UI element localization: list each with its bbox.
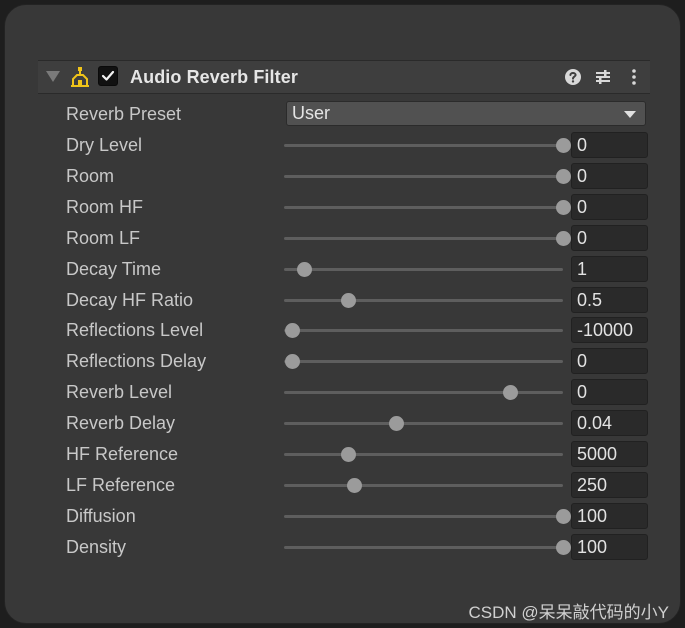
- decay-hf-ratio-slider-thumb[interactable]: [341, 293, 356, 308]
- diffusion-slider-thumb[interactable]: [556, 509, 571, 524]
- room-hf-value-field[interactable]: 0: [571, 194, 648, 220]
- decay-hf-ratio-value: 0.5: [577, 290, 603, 310]
- decay-time-value: 1: [577, 259, 588, 279]
- component-title: Audio Reverb Filter: [130, 67, 298, 87]
- reflections-delay-slider-thumb[interactable]: [285, 354, 300, 369]
- dry-level-slider-thumb[interactable]: [556, 138, 571, 153]
- decay-time-slider-thumb[interactable]: [297, 262, 312, 277]
- checkmark-icon: [101, 70, 115, 81]
- reverb-delay-value-field[interactable]: 0.04: [571, 410, 648, 436]
- decay-hf-ratio-value-field[interactable]: 0.5: [571, 287, 648, 313]
- reflections-delay-value-field[interactable]: 0: [571, 348, 648, 374]
- diffusion-value: 100: [577, 506, 608, 526]
- room-value-field[interactable]: 0: [571, 163, 648, 189]
- reverb-delay-slider[interactable]: [284, 416, 563, 431]
- density-label: Density: [66, 537, 127, 557]
- decay-time-label: Decay Time: [66, 259, 162, 279]
- density-value-field[interactable]: 100: [571, 534, 648, 560]
- room-hf-slider[interactable]: [284, 200, 571, 215]
- diffusion-value-field[interactable]: 100: [571, 503, 648, 529]
- preset-sliders-icon[interactable]: [594, 68, 612, 86]
- dry-level-value: 0: [577, 135, 588, 155]
- reverb-level-slider[interactable]: [284, 385, 563, 400]
- decay-hf-ratio-label: Decay HF Ratio: [66, 290, 194, 310]
- reflections-delay-value: 0: [577, 351, 588, 371]
- room-lf-value: 0: [577, 228, 588, 248]
- reflections-level-label: Reflections Level: [66, 320, 204, 340]
- reflections-level-value: -10000: [577, 320, 634, 340]
- more-menu-icon[interactable]: [625, 68, 643, 86]
- lf-reference-slider-thumb[interactable]: [347, 478, 362, 493]
- room-lf-slider[interactable]: [284, 231, 571, 246]
- hf-reference-slider[interactable]: [284, 447, 563, 462]
- reverb-preset-label: Reverb Preset: [66, 104, 182, 124]
- dry-level-value-field[interactable]: 0: [571, 132, 648, 158]
- foldout-arrow-icon[interactable]: [46, 71, 60, 82]
- room-hf-value: 0: [577, 197, 588, 217]
- reverb-preset-value: User: [292, 103, 331, 123]
- diffusion-slider[interactable]: [284, 509, 571, 524]
- room-lf-value-field[interactable]: 0: [571, 225, 648, 251]
- reverb-preset-dropdown[interactable]: User: [286, 101, 646, 126]
- room-value: 0: [577, 166, 588, 186]
- dry-level-label: Dry Level: [66, 135, 143, 155]
- room-slider[interactable]: [284, 169, 571, 184]
- reverb-delay-slider-thumb[interactable]: [389, 416, 404, 431]
- room-label: Room: [66, 166, 115, 186]
- help-icon[interactable]: [564, 68, 582, 86]
- hf-reference-label: HF Reference: [66, 444, 179, 464]
- chevron-down-icon: [624, 111, 636, 118]
- inspector-panel: [4, 4, 681, 624]
- reflections-level-slider-thumb[interactable]: [285, 323, 300, 338]
- reflections-level-value-field[interactable]: -10000: [571, 317, 648, 343]
- lf-reference-value: 250: [577, 475, 608, 495]
- decay-time-slider[interactable]: [284, 262, 563, 277]
- density-value: 100: [577, 537, 608, 557]
- enable-checkbox[interactable]: [98, 66, 118, 86]
- density-slider-thumb[interactable]: [556, 540, 571, 555]
- hf-reference-value-field[interactable]: 5000: [571, 441, 648, 467]
- reverb-delay-label: Reverb Delay: [66, 413, 176, 433]
- reflections-level-slider[interactable]: [284, 323, 563, 338]
- lf-reference-slider[interactable]: [284, 478, 563, 493]
- diffusion-label: Diffusion: [66, 506, 136, 526]
- hf-reference-slider-thumb[interactable]: [341, 447, 356, 462]
- room-lf-slider-thumb[interactable]: [556, 231, 571, 246]
- reverb-level-value: 0: [577, 382, 588, 402]
- reflections-delay-slider[interactable]: [284, 354, 563, 369]
- reverb-delay-value: 0.04: [577, 413, 613, 433]
- decay-time-value-field[interactable]: 1: [571, 256, 648, 282]
- reverb-level-label: Reverb Level: [66, 382, 173, 402]
- room-hf-slider-thumb[interactable]: [556, 200, 571, 215]
- lf-reference-label: LF Reference: [66, 475, 176, 495]
- component-header[interactable]: Audio Reverb Filter: [38, 60, 650, 94]
- decay-hf-ratio-slider[interactable]: [284, 293, 563, 308]
- lf-reference-value-field[interactable]: 250: [571, 472, 648, 498]
- reverb-level-value-field[interactable]: 0: [571, 379, 648, 405]
- reverb-level-slider-thumb[interactable]: [503, 385, 518, 400]
- hf-reference-value: 5000: [577, 444, 618, 464]
- room-hf-label: Room HF: [66, 197, 144, 217]
- room-slider-thumb[interactable]: [556, 169, 571, 184]
- dry-level-slider[interactable]: [284, 138, 571, 153]
- room-lf-label: Room LF: [66, 228, 141, 248]
- reflections-delay-label: Reflections Delay: [66, 351, 207, 371]
- audio-reverb-component-icon: [71, 67, 89, 87]
- density-slider[interactable]: [284, 540, 571, 555]
- watermark: CSDN @呆呆敲代码的小Y: [468, 603, 670, 622]
